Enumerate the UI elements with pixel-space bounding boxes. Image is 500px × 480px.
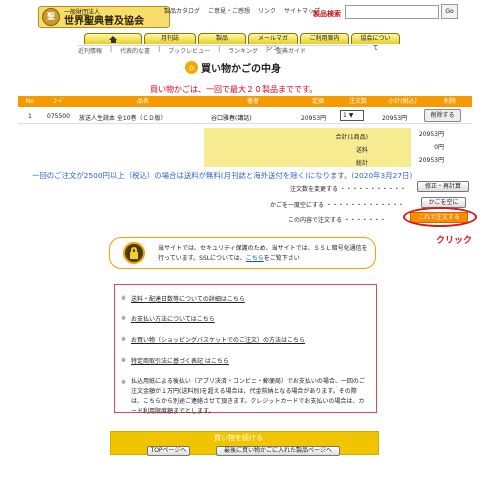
limit-note: 買い物かごは、一回で最大２０製品までです。 [150, 85, 318, 94]
logo-main-text: 世界聖典普及協会 [64, 16, 144, 27]
separator: | [158, 46, 161, 53]
click-annotation: クリック [436, 236, 473, 246]
subnav-review[interactable]: ブックレビュー [168, 46, 210, 55]
delete-item-button[interactable]: 削除する [424, 109, 461, 122]
subnav-new[interactable]: 近刊情報 [78, 46, 102, 55]
tab-monthly[interactable]: 月刊誌 [144, 33, 196, 44]
main-tabs: 月刊誌 製品 メールマガジン ご利用案内 協会について [84, 33, 400, 52]
column-header: 注文数 [348, 98, 367, 105]
bullet-icon: ※ [121, 379, 127, 386]
subnav: 近刊情報 | 代表的な書 | ブックレビュー | ランキング | 聖典ガイド [78, 45, 368, 55]
ssl-line1-prefix: 当サイトでは、セキュリティ保護のため、 [158, 245, 272, 252]
line-subtotal: 20953円 [382, 115, 408, 122]
ssl-line2-prefix: 行っています。SSLについては、 [158, 255, 246, 262]
catalog-link[interactable]: 製品カタログ [164, 6, 200, 15]
ssl-info-link[interactable]: こちら [246, 255, 264, 262]
grand-total-label: 総計 [355, 160, 368, 167]
subnav-ranking[interactable]: ランキング [228, 46, 258, 55]
feedback-link[interactable]: ご意見・ご感想 [208, 6, 250, 15]
separator: | [218, 46, 221, 53]
search-label: 製品検索 [313, 10, 341, 18]
shipping-info-link[interactable]: 送料・配達日数等についての詳細はこちら [131, 295, 366, 305]
column-header: 小計(税込) [388, 98, 417, 105]
go-button[interactable]: Go [441, 4, 458, 19]
link-link[interactable]: リンク [258, 6, 276, 15]
shopping-method-link[interactable]: お買い物（ショッピングバスケットでのご注文）の方法はこちら [131, 336, 366, 346]
continue-shopping-title: 買い物を続ける [214, 434, 263, 442]
tab-guide[interactable]: ご利用案内 [300, 33, 349, 44]
home-icon [108, 35, 118, 43]
separator: | [265, 46, 268, 53]
table-row: 1 075500 放送人生読本 全10巻（ＣＤ版） 谷口雅春(講話) 20953… [18, 108, 472, 124]
change-quantity-text: 注文数を変更する ・・・・・・・・・・・ [290, 186, 406, 193]
bullet-icon: ※ [121, 357, 127, 364]
cart-title-icon: ⌂ [185, 61, 198, 74]
shipping-value: 0円 [411, 141, 472, 154]
click-highlight-oval [403, 207, 477, 227]
bullet-icon: ※ [121, 295, 127, 302]
tab-products[interactable]: 製品 [198, 33, 246, 44]
column-header: 削除 [443, 98, 456, 105]
bullet-icon: ※ [121, 315, 127, 322]
payment-info-link[interactable]: お支払い方法についてはこちら [131, 315, 366, 325]
lock-body-icon [130, 252, 138, 259]
summary-total-value: 20953円 [411, 128, 472, 141]
site-logo[interactable]: 聖 一般財団法人 世界聖典普及協会 [38, 6, 170, 28]
column-header: 品名 [136, 98, 149, 105]
column-header: ｺｰﾄﾞ [52, 98, 65, 105]
author-name: 谷口雅春(講話) [211, 115, 252, 122]
top-links: 製品カタログ ご意見・ご感想 リンク サイトマップ [164, 6, 320, 15]
bullet-icon: ※ [121, 336, 127, 343]
column-header: 著者 [246, 98, 259, 105]
grand-total-label-row: 総計 [204, 154, 411, 167]
shipping-note: 一回のご注文が2500円以上（税込）の場合は送料が無料(月刊誌と海外送付を除く)… [32, 171, 413, 180]
column-header: No [25, 98, 35, 105]
payment-note: 払込用紙による後払い（アプリ決済・コンビニ・郵便局）でお支払いの場合、一回のご注… [131, 378, 365, 415]
ssl-line2-suffix: をご覧下さい [263, 255, 300, 262]
tab-about[interactable]: 協会について [351, 33, 400, 52]
shipping-label: 送料 [355, 147, 368, 154]
recalculate-button[interactable]: 修正・再計算 [417, 181, 469, 192]
row-number: 1 [28, 113, 32, 120]
quantity-select[interactable]: 1 ▼ [340, 110, 364, 121]
empty-cart-text: かごを一度空にする ・・・・・・・・・・・・・ [270, 202, 404, 209]
product-name[interactable]: 放送人生読本 全10巻（ＣＤ版） [79, 113, 167, 122]
ssl-notice-text: 当サイトでは、セキュリティ保護のため、当サイトでは、ＳＳＬ暗号化通信を 行ってい… [158, 244, 368, 264]
unit-price: 20953円 [301, 115, 327, 122]
grand-total-value: 20953円 [411, 154, 472, 167]
cart-table-header: No ｺｰﾄﾞ 品名 著者 定価 注文数 小計(税込) 削除 [18, 96, 472, 107]
page-title: 買い物かごの中身 [201, 64, 281, 75]
top-page-button[interactable]: TOPページへ [147, 446, 190, 456]
separator: | [110, 46, 113, 53]
last-product-page-button[interactable]: 最後に買い物かごに入れた製品ページへ [216, 446, 340, 456]
commerce-law-link[interactable]: 特定商取引法に基づく表記 はこちら [131, 357, 366, 367]
subnav-scripture-guide[interactable]: 聖典ガイド [276, 46, 306, 55]
search-input[interactable] [345, 5, 439, 19]
logo-emblem-icon: 聖 [42, 8, 60, 26]
quantity-value: 1 [343, 112, 347, 119]
ssl-line1: 当サイトでは、ＳＳＬ暗号化通信を [271, 245, 368, 252]
shipping-label-row: 送料 [204, 141, 411, 154]
column-header: 定価 [311, 98, 324, 105]
summary-total-label: 合計(1商品) [335, 134, 369, 141]
tab-mail-magazine[interactable]: メールマガジン [248, 33, 298, 52]
order-text: この内容で注文する ・・・・・・・ [288, 217, 386, 224]
product-code: 075500 [47, 113, 70, 120]
subnav-books[interactable]: 代表的な書 [120, 46, 150, 55]
logo-text: 一般財団法人 世界聖典普及協会 [64, 8, 144, 27]
info-panel: ※ 送料・配達日数等についての詳細はこちら ※ お支払い方法についてはこちら ※ お買… [114, 284, 377, 415]
summary-total-label-row: 合計(1商品) [204, 128, 411, 141]
tab-home[interactable] [84, 33, 142, 44]
